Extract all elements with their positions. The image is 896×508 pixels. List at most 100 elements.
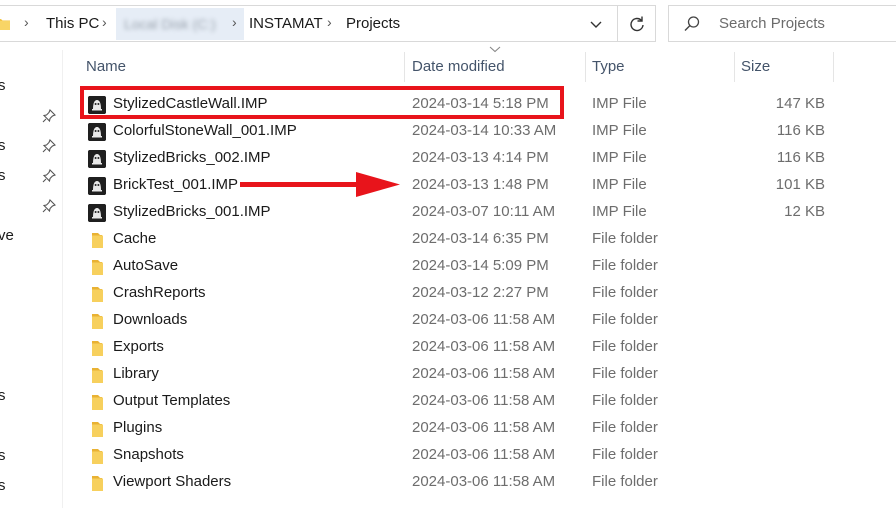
column-label: Name xyxy=(86,58,127,75)
chevron-right-icon[interactable]: › xyxy=(102,14,107,30)
file-type: File folder xyxy=(592,365,658,382)
file-type: File folder xyxy=(592,230,658,247)
file-date: 2024-03-06 11:58 AM xyxy=(412,473,556,490)
column-label: Type xyxy=(592,58,625,75)
folder-icon xyxy=(92,449,103,464)
file-date: 2024-03-14 10:33 AM xyxy=(412,122,557,139)
file-size: 147 KB xyxy=(775,95,825,112)
refresh-icon[interactable] xyxy=(626,14,648,34)
column-header-type[interactable]: Type xyxy=(586,49,734,83)
folder-row[interactable]: Snapshots 2024-03-06 11:58 AM File folder xyxy=(80,442,840,469)
folder-row[interactable]: Library 2024-03-06 11:58 AM File folder xyxy=(80,361,840,388)
folder-row[interactable]: Output Templates 2024-03-06 11:58 AM File … xyxy=(80,388,840,415)
highlight-box xyxy=(80,86,564,119)
file-date: 2024-03-13 1:48 PM xyxy=(412,176,549,193)
file-name: Downloads xyxy=(113,311,188,328)
file-size: 12 KB xyxy=(784,203,825,220)
folder-icon xyxy=(92,422,103,437)
file-type: File folder xyxy=(592,419,658,436)
file-type: IMP File xyxy=(592,149,647,166)
nav-item[interactable]: s xyxy=(0,137,6,154)
pin-icon[interactable] xyxy=(42,109,56,123)
file-type: File folder xyxy=(592,446,658,463)
folder-row[interactable]: Plugins 2024-03-06 11:58 AM File folder xyxy=(80,415,840,442)
file-type: File folder xyxy=(592,257,658,274)
file-name: StylizedBricks_002.IMP xyxy=(113,149,271,166)
file-date: 2024-03-06 11:58 AM xyxy=(412,311,556,328)
folder-icon xyxy=(92,341,103,356)
folder-row[interactable]: Downloads 2024-03-06 11:58 AM File folder xyxy=(80,307,840,334)
file-name: Plugins xyxy=(113,419,163,436)
nav-item[interactable]: ve xyxy=(0,227,14,244)
file-type: File folder xyxy=(592,392,658,409)
file-name: Viewport Shaders xyxy=(113,473,232,490)
file-type: File folder xyxy=(592,311,658,328)
file-name: Library xyxy=(113,365,159,382)
instamat-project-icon xyxy=(88,177,106,195)
breadcrumb-instamat[interactable]: INSTAMAT xyxy=(249,15,323,32)
file-name: StylizedBricks_001.IMP xyxy=(113,203,271,220)
folder-row[interactable]: Cache 2024-03-14 6:35 PM File folder xyxy=(80,226,840,253)
nav-item[interactable]: s xyxy=(0,447,6,464)
column-label: Date modified xyxy=(412,58,505,75)
file-row[interactable]: BrickTest_001.IMP 2024-03-13 1:48 PM IMP F… xyxy=(80,172,840,199)
column-header-date[interactable]: Date modified xyxy=(405,49,585,83)
file-row[interactable]: StylizedBricks_002.IMP 2024-03-13 4:14 PM… xyxy=(80,145,840,172)
file-date: 2024-03-06 11:58 AM xyxy=(412,446,556,463)
breadcrumb-projects[interactable]: Projects xyxy=(346,15,400,32)
file-date: 2024-03-14 5:09 PM xyxy=(412,257,549,274)
folder-icon xyxy=(92,476,103,491)
chevron-right-icon[interactable]: › xyxy=(327,14,332,30)
nav-item[interactable]: s xyxy=(0,477,6,494)
breadcrumb-drive[interactable]: Local Disk (C:) xyxy=(116,8,244,40)
file-name: Cache xyxy=(113,230,157,247)
folder-icon xyxy=(92,260,103,275)
chevron-right-icon[interactable]: › xyxy=(232,14,237,30)
pin-icon[interactable] xyxy=(42,169,56,183)
search-box[interactable]: Search Projects xyxy=(668,5,896,42)
folder-icon xyxy=(92,233,103,248)
folder-icon xyxy=(92,368,103,383)
folder-icon xyxy=(92,314,103,329)
folder-icon xyxy=(92,395,103,410)
file-date: 2024-03-12 2:27 PM xyxy=(412,284,549,301)
file-type: IMP File xyxy=(592,122,647,139)
column-divider[interactable] xyxy=(833,52,834,82)
folder-row[interactable]: Viewport Shaders 2024-03-06 11:58 AM File … xyxy=(80,469,840,496)
chevron-right-icon[interactable]: › xyxy=(24,14,29,30)
file-date: 2024-03-14 6:35 PM xyxy=(412,230,549,247)
pin-icon[interactable] xyxy=(42,199,56,213)
file-date: 2024-03-06 11:58 AM xyxy=(412,365,556,382)
folder-icon xyxy=(92,287,103,302)
column-header-name[interactable]: Name xyxy=(78,49,404,83)
file-date: 2024-03-06 11:58 AM xyxy=(412,419,556,436)
file-type: File folder xyxy=(592,284,658,301)
nav-item[interactable]: s xyxy=(0,77,6,94)
file-date: 2024-03-07 10:11 AM xyxy=(412,203,556,220)
file-name: Output Templates xyxy=(113,392,231,409)
file-name: AutoSave xyxy=(113,257,179,274)
nav-item[interactable]: s xyxy=(0,167,6,184)
file-date: 2024-03-06 11:58 AM xyxy=(412,338,556,355)
file-row[interactable]: ColorfulStoneWall_001.IMP 2024-03-14 10:3… xyxy=(80,118,840,145)
instamat-project-icon xyxy=(88,123,106,141)
address-bar[interactable]: › This PC › Local Disk (C:) › INSTAMAT ›… xyxy=(0,5,656,42)
breadcrumb-this-pc[interactable]: This PC xyxy=(46,15,99,32)
file-row[interactable]: StylizedBricks_001.IMP 2024-03-07 10:11 A… xyxy=(80,199,840,226)
nav-item[interactable]: s xyxy=(0,387,6,404)
instamat-project-icon xyxy=(88,150,106,168)
file-date: 2024-03-06 11:58 AM xyxy=(412,392,556,409)
column-header-size[interactable]: Size xyxy=(735,49,833,83)
folder-row[interactable]: Exports 2024-03-06 11:58 AM File folder xyxy=(80,334,840,361)
folder-icon xyxy=(0,19,10,30)
file-type: File folder xyxy=(592,473,658,490)
file-type: IMP File xyxy=(592,95,647,112)
folder-row[interactable]: CrashReports 2024-03-12 2:27 PM File folde… xyxy=(80,280,840,307)
folder-row[interactable]: AutoSave 2024-03-14 5:09 PM File folder xyxy=(80,253,840,280)
search-input[interactable]: Search Projects xyxy=(719,15,825,32)
file-type: IMP File xyxy=(592,176,647,193)
search-icon xyxy=(684,16,700,31)
chevron-down-icon[interactable] xyxy=(585,14,607,34)
file-name: ColorfulStoneWall_001.IMP xyxy=(113,122,297,139)
pin-icon[interactable] xyxy=(42,139,56,153)
